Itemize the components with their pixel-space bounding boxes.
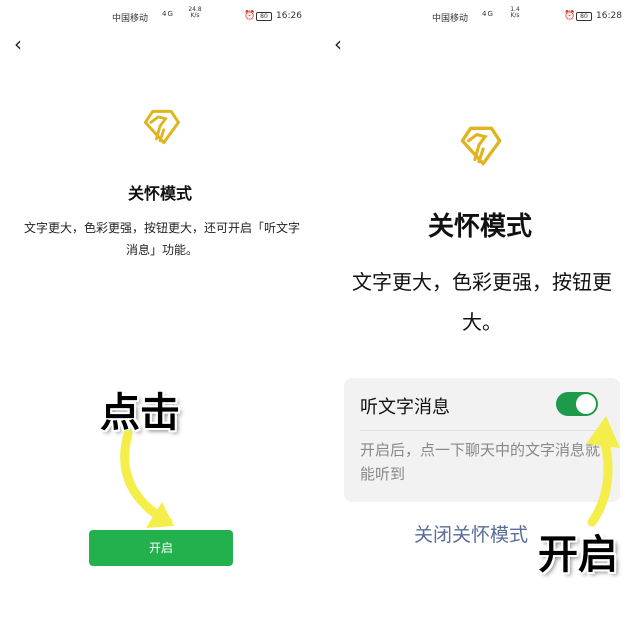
signal-icon: 4G <box>482 10 494 18</box>
battery-icon: 80 <box>576 12 592 21</box>
divider <box>360 430 604 431</box>
screen-after: 中国移动 4G 1.4 K/s ⏰ 80 16:28 ‹ 关怀模式 文字更大，色… <box>320 0 640 640</box>
alarm-icon: ⏰ <box>564 11 576 21</box>
open-care-mode-button[interactable]: 开启 <box>89 530 233 566</box>
carrier-label: 中国移动 <box>112 14 149 24</box>
close-care-mode-link[interactable]: 关闭关怀模式 <box>414 520 528 547</box>
enable-callout: 开启 <box>538 532 618 578</box>
network-speed: 24.8 K/s <box>188 6 202 19</box>
status-time: 16:28 <box>596 11 622 21</box>
alarm-icon: ⏰ <box>244 11 256 21</box>
curved-arrow-icon <box>120 430 174 528</box>
curved-arrow-icon <box>586 416 620 527</box>
heart-hand-icon <box>460 126 502 166</box>
status-bar: 中国移动 4G 24.8 K/s ⏰ 80 16:26 <box>0 6 320 26</box>
page-title: 关怀模式 <box>127 184 192 203</box>
listen-text-label: 听文字消息 <box>360 397 450 418</box>
battery-icon: 80 <box>256 12 272 21</box>
screen-before: 中国移动 4G 24.8 K/s ⏰ 80 16:26 ‹ 关怀模式 文字更大，… <box>0 0 320 640</box>
carrier-label: 中国移动 <box>432 14 469 24</box>
status-time: 16:26 <box>276 11 302 21</box>
signal-icon: 4G <box>162 10 174 18</box>
back-arrow-icon[interactable]: ‹ <box>334 34 342 54</box>
page-description: 文字更大，色彩更强，按钮更大，还可开启「听文字消息」功能。 <box>23 221 300 257</box>
network-speed: 1.4 K/s <box>510 6 520 19</box>
status-bar: 中国移动 4G 1.4 K/s ⏰ 80 16:28 <box>320 6 640 26</box>
heart-hand-icon <box>143 109 180 145</box>
page-description: 文字更大，色彩更强，按钮更大。 <box>352 270 612 334</box>
page-title: 关怀模式 <box>427 212 532 242</box>
back-arrow-icon[interactable]: ‹ <box>14 34 22 54</box>
